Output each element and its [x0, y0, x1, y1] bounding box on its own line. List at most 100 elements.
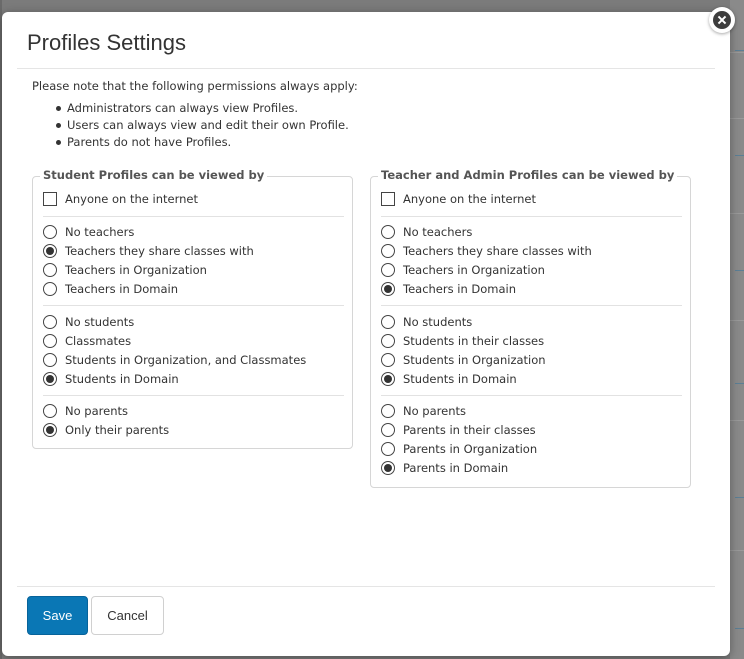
- option-label: Classmates: [65, 333, 132, 348]
- backdrop-row-divider: [730, 320, 744, 321]
- option-label: Students in Domain: [65, 371, 179, 386]
- backdrop-link-fragment: [735, 145, 744, 156]
- option-label: Students in their classes: [403, 333, 545, 348]
- radio-button[interactable]: [43, 371, 57, 386]
- student-anyone-checkbox[interactable]: [43, 191, 57, 206]
- backdrop-row-divider: [730, 420, 744, 421]
- permanent-rules-list: Administrators can always view Profiles.…: [52, 100, 349, 151]
- close-dialog-button[interactable]: [709, 7, 735, 33]
- student-students-option-organization[interactable]: Students in Organization, and Classmates: [43, 350, 306, 369]
- group-divider: [381, 395, 682, 396]
- staff-parents-option-their-classes[interactable]: Parents in their classes: [381, 420, 536, 439]
- backdrop-link-fragment: [735, 40, 744, 51]
- option-label: No parents: [403, 403, 466, 418]
- staff-students-option-their-classes[interactable]: Students in their classes: [381, 331, 544, 350]
- radio-button[interactable]: [43, 352, 57, 367]
- option-label: No students: [65, 314, 135, 329]
- option-label: Teachers in Domain: [65, 281, 179, 296]
- rule-item: Users can always view and edit their own…: [52, 117, 349, 134]
- radio-button[interactable]: [381, 281, 395, 296]
- staff-parents-option-organization[interactable]: Parents in Organization: [381, 439, 537, 458]
- student-students-option-none[interactable]: No students: [43, 312, 134, 331]
- staff-anyone-checkbox[interactable]: [381, 191, 395, 206]
- staff-students-option-domain[interactable]: Students in Domain: [381, 369, 517, 388]
- option-label: Anyone on the internet: [403, 191, 536, 206]
- staff-parents-option-domain[interactable]: Parents in Domain: [381, 458, 508, 477]
- cancel-button[interactable]: Cancel: [91, 596, 164, 635]
- option-label: Only their parents: [65, 422, 170, 437]
- close-icon: [713, 11, 731, 29]
- rule-item: Parents do not have Profiles.: [52, 134, 349, 151]
- student-parents-option-own[interactable]: Only their parents: [43, 420, 169, 439]
- radio-button[interactable]: [381, 262, 395, 277]
- student-students-option-classmates[interactable]: Classmates: [43, 331, 131, 350]
- backdrop-row-divider: [730, 52, 744, 53]
- backdrop-page: [730, 0, 744, 659]
- option-label: No teachers: [403, 224, 473, 239]
- group-divider: [43, 305, 344, 306]
- radio-button[interactable]: [381, 371, 395, 386]
- option-label: Teachers they share classes with: [65, 243, 254, 258]
- group-divider: [43, 395, 344, 396]
- permissions-note: Please note that the following permissio…: [32, 79, 358, 93]
- student-anyone-option[interactable]: Anyone on the internet: [43, 189, 198, 208]
- option-label: Anyone on the internet: [65, 191, 198, 206]
- backdrop-row-divider: [730, 550, 744, 551]
- staff-panel-legend: Teacher and Admin Profiles can be viewed…: [378, 168, 678, 182]
- option-label: No parents: [65, 403, 128, 418]
- option-label: Students in Organization, and Classmates: [65, 352, 307, 367]
- staff-anyone-option[interactable]: Anyone on the internet: [381, 189, 536, 208]
- student-profiles-panel: Student Profiles can be viewed by Anyone…: [32, 168, 353, 449]
- option-label: Parents in Organization: [403, 441, 538, 456]
- group-divider: [43, 216, 344, 217]
- staff-students-option-none[interactable]: No students: [381, 312, 472, 331]
- group-divider: [381, 305, 682, 306]
- radio-button[interactable]: [43, 314, 57, 329]
- radio-button[interactable]: [43, 243, 57, 258]
- option-label: Parents in Domain: [403, 460, 509, 475]
- radio-button[interactable]: [381, 422, 395, 437]
- header-divider: [17, 68, 715, 69]
- staff-teachers-option-organization[interactable]: Teachers in Organization: [381, 260, 545, 279]
- footer-divider: [17, 586, 715, 587]
- radio-button[interactable]: [43, 262, 57, 277]
- student-parents-option-none[interactable]: No parents: [43, 401, 128, 420]
- student-teachers-option-domain[interactable]: Teachers in Domain: [43, 279, 178, 298]
- student-teachers-option-shared-classes[interactable]: Teachers they share classes with: [43, 241, 254, 260]
- backdrop-row-divider: [730, 213, 744, 214]
- rule-item: Administrators can always view Profiles.: [52, 100, 349, 117]
- radio-button[interactable]: [381, 314, 395, 329]
- staff-students-option-organization[interactable]: Students in Organization: [381, 350, 546, 369]
- radio-button[interactable]: [43, 281, 57, 296]
- radio-button[interactable]: [43, 403, 57, 418]
- radio-button[interactable]: [381, 403, 395, 418]
- student-teachers-option-none[interactable]: No teachers: [43, 222, 134, 241]
- radio-button[interactable]: [43, 422, 57, 437]
- profiles-settings-dialog: Profiles Settings Please note that the f…: [2, 12, 730, 656]
- radio-button[interactable]: [381, 243, 395, 258]
- student-students-option-domain[interactable]: Students in Domain: [43, 369, 179, 388]
- option-label: Teachers in Organization: [403, 262, 545, 277]
- staff-parents-option-none[interactable]: No parents: [381, 401, 466, 420]
- backdrop-link-fragment: [735, 260, 744, 271]
- backdrop-row-divider: [730, 118, 744, 119]
- staff-teachers-option-shared-classes[interactable]: Teachers they share classes with: [381, 241, 592, 260]
- radio-button[interactable]: [381, 224, 395, 239]
- option-label: Teachers in Organization: [65, 262, 207, 277]
- student-panel-legend: Student Profiles can be viewed by: [40, 168, 268, 182]
- student-teachers-option-organization[interactable]: Teachers in Organization: [43, 260, 207, 279]
- option-label: Students in Organization: [403, 352, 546, 367]
- radio-button[interactable]: [381, 441, 395, 456]
- radio-button[interactable]: [43, 333, 57, 348]
- radio-button[interactable]: [381, 333, 395, 348]
- radio-button[interactable]: [381, 352, 395, 367]
- option-label: Parents in their classes: [403, 422, 536, 437]
- dialog-title: Profiles Settings: [27, 30, 186, 55]
- radio-button[interactable]: [43, 224, 57, 239]
- option-label: No students: [403, 314, 473, 329]
- save-button[interactable]: Save: [27, 596, 88, 635]
- staff-teachers-option-domain[interactable]: Teachers in Domain: [381, 279, 516, 298]
- radio-button[interactable]: [381, 460, 395, 475]
- staff-teachers-option-none[interactable]: No teachers: [381, 222, 472, 241]
- option-label: Teachers in Domain: [403, 281, 517, 296]
